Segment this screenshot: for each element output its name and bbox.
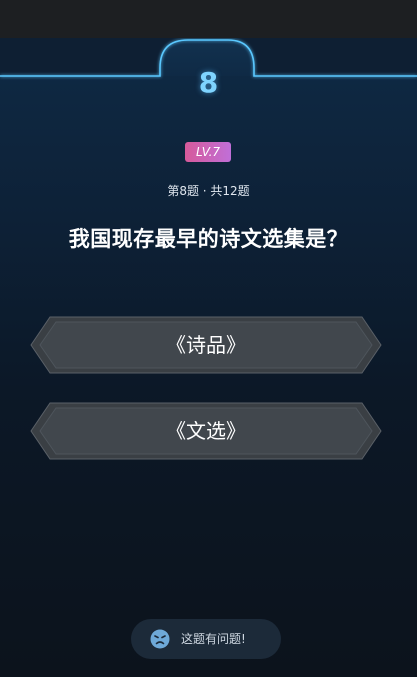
answer-option-label: 《文选》: [166, 419, 246, 443]
frowning-face-icon: [150, 629, 170, 649]
quiz-panel: 8 LV.7 第8题 · 共12题 我国现存最早的诗文选集是？ 《诗品》 《文选…: [0, 38, 417, 677]
question-text: 我国现存最早的诗文选集是？: [68, 227, 349, 251]
answer-option-1[interactable]: 《诗品》: [30, 316, 382, 374]
round-number: 8: [198, 66, 219, 99]
report-problem-button[interactable]: 这题有问题!: [131, 619, 281, 659]
question-progress: 第8题 · 共12题: [167, 184, 250, 198]
level-badge: LV.7: [185, 142, 231, 162]
top-strip: [0, 0, 417, 38]
answer-option-2[interactable]: 《文选》: [30, 402, 382, 460]
report-problem-label: 这题有问题!: [181, 632, 246, 646]
answer-option-label: 《诗品》: [166, 333, 246, 357]
